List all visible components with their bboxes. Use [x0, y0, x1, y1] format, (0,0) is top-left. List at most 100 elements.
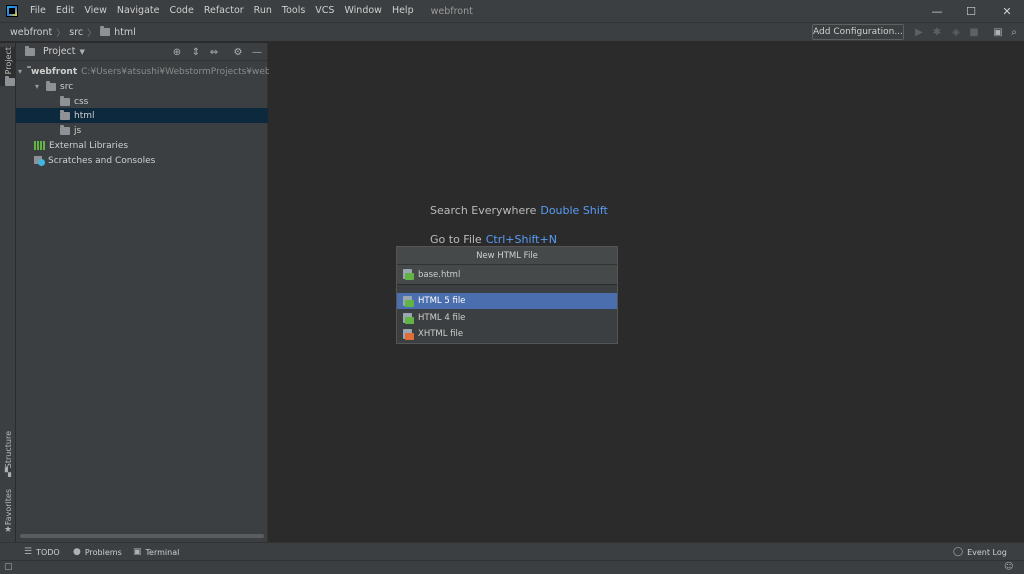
xhtml-file-icon — [403, 328, 414, 340]
inspector-icon[interactable]: ☺ — [1004, 562, 1013, 572]
tool-windows-icon[interactable]: ▢ — [4, 562, 13, 572]
tree-row-css[interactable]: css — [16, 94, 268, 109]
new-html-file-popup: New HTML File HTML 5 file HTML 4 file XH… — [396, 246, 618, 344]
popup-title: New HTML File — [397, 247, 617, 265]
hint-text: Search Everywhere — [430, 204, 537, 217]
event-log-icon: ◯ — [953, 547, 964, 557]
tool-tab-favorites[interactable]: Favorites ★ — [0, 489, 16, 535]
tree-row-external-libraries[interactable]: External Libraries — [16, 138, 268, 153]
project-panel: Project ▼ ⊕ ⇕ ⇔ ⚙ — ▾ webfront C:¥Users¥… — [16, 43, 292, 542]
tree-row-scratches[interactable]: Scratches and Consoles — [16, 153, 268, 168]
hint-shortcut: Double Shift — [540, 204, 608, 217]
tool-tab-label: Structure — [3, 431, 13, 469]
chevron-down-icon[interactable]: ▾ — [18, 67, 22, 76]
html-file-icon — [403, 269, 414, 280]
list-icon: ☰ — [24, 547, 33, 557]
collapse-all-icon[interactable]: ⇔ — [208, 46, 220, 58]
tool-tab-label: Problems — [84, 547, 122, 557]
option-label: XHTML file — [418, 329, 464, 339]
menu-file[interactable]: File — [25, 0, 51, 22]
chevron-down-icon[interactable]: ▾ — [32, 82, 42, 91]
bottom-tool-stripe: ☰ TODO ● Problems ▣ Terminal ◯ Event Log — [0, 542, 1024, 560]
option-html4-file[interactable]: HTML 4 file — [397, 310, 617, 326]
project-path: C:¥Users¥atsushi¥WebstormProjects¥webfro… — [81, 66, 293, 77]
tool-tab-problems[interactable]: ● Problems — [73, 543, 122, 561]
option-html5-file[interactable]: HTML 5 file — [397, 293, 617, 309]
star-icon: ★ — [3, 525, 13, 536]
scratches-icon — [34, 155, 45, 166]
add-configuration-button[interactable]: Add Configuration... — [812, 24, 904, 40]
expand-all-icon[interactable]: ⇕ — [190, 46, 202, 58]
tool-tab-label: Favorites — [3, 489, 13, 526]
locate-file-icon[interactable]: ⊕ — [171, 46, 183, 58]
chevron-right-icon: 〉 — [87, 28, 97, 39]
project-structure-icon[interactable]: ▣ — [992, 26, 1004, 38]
minimize-button[interactable]: — — [920, 0, 954, 22]
breadcrumb-webfront[interactable]: webfront — [10, 27, 52, 38]
maximize-button[interactable]: ☐ — [954, 0, 988, 22]
menu-help[interactable]: Help — [387, 0, 419, 22]
tool-tab-label: Terminal — [145, 547, 180, 557]
dropdown-arrow-icon[interactable]: ▼ — [80, 48, 85, 56]
coverage-icon[interactable]: ◈ — [950, 26, 962, 38]
tool-tab-event-log[interactable]: ◯ Event Log — [953, 543, 1007, 561]
option-xhtml-file[interactable]: XHTML file — [397, 326, 617, 342]
hide-panel-icon[interactable]: — — [251, 46, 263, 58]
tree-row-html[interactable]: html — [16, 108, 268, 123]
run-icon[interactable]: ▶ — [913, 26, 925, 38]
terminal-icon: ▣ — [133, 547, 142, 557]
search-icon[interactable]: ⌕ — [1008, 26, 1020, 38]
breadcrumb-label: html — [114, 26, 136, 38]
menu-vcs[interactable]: VCS — [310, 0, 339, 22]
menu-window[interactable]: Window — [339, 0, 386, 22]
tree-row-webfront[interactable]: ▾ webfront C:¥Users¥atsushi¥WebstormProj… — [16, 64, 292, 79]
tool-tab-label: Event Log — [967, 547, 1007, 557]
menu-tools[interactable]: Tools — [277, 0, 310, 22]
structure-icon: ▚ — [4, 468, 12, 478]
folder-icon — [60, 124, 70, 135]
editor-area: Search Everywhere Double Shift Go to File… — [269, 43, 1024, 542]
tree-label: Scratches and Consoles — [48, 155, 156, 166]
folder-icon — [25, 45, 35, 56]
tree-label: External Libraries — [49, 140, 129, 151]
option-label: HTML 4 file — [418, 313, 466, 323]
debug-icon[interactable]: ✱ — [931, 26, 943, 38]
tree-row-js[interactable]: js — [16, 123, 268, 138]
breadcrumb-label: src — [69, 26, 84, 38]
go-to-file-hint: Go to File Ctrl+Shift+N — [430, 233, 557, 246]
problems-icon: ● — [73, 547, 81, 557]
menu-refactor[interactable]: Refactor — [199, 0, 249, 22]
tool-tab-terminal[interactable]: ▣ Terminal — [133, 543, 179, 561]
tree-label: css — [74, 96, 89, 107]
project-view-selector[interactable]: Project — [43, 46, 76, 57]
folder-icon — [100, 26, 111, 36]
menu-edit[interactable]: Edit — [51, 0, 79, 22]
gear-icon[interactable]: ⚙ — [232, 46, 244, 58]
horizontal-scrollbar[interactable] — [20, 534, 264, 538]
tree-label: html — [74, 110, 95, 121]
tree-label: js — [74, 125, 82, 136]
menu-navigate[interactable]: Navigate — [112, 0, 165, 22]
html-file-icon — [403, 295, 414, 307]
html-file-icon — [403, 312, 414, 324]
search-everywhere-hint: Search Everywhere Double Shift — [430, 204, 608, 217]
folder-icon — [46, 80, 56, 91]
breadcrumb-src[interactable]: src — [69, 27, 83, 38]
filename-input[interactable] — [418, 269, 598, 280]
close-button[interactable]: ✕ — [990, 0, 1024, 22]
folder-icon — [60, 95, 70, 106]
option-label: HTML 5 file — [418, 296, 466, 306]
breadcrumb-html[interactable]: html — [100, 26, 136, 38]
tool-tab-label: Project — [3, 47, 13, 75]
filename-input-row — [397, 265, 617, 285]
menu-code[interactable]: Code — [164, 0, 198, 22]
menu-run[interactable]: Run — [249, 0, 277, 22]
title-bar: File Edit View Navigate Code Refactor Ru… — [0, 0, 1024, 22]
tool-tab-todo[interactable]: ☰ TODO — [24, 543, 60, 561]
stop-icon[interactable]: ■ — [968, 26, 980, 38]
menu-view[interactable]: View — [79, 0, 112, 22]
tool-tab-structure[interactable]: Structure ▚ — [0, 431, 16, 477]
tree-row-src[interactable]: ▾ src — [16, 79, 268, 94]
tool-tab-project[interactable]: Project — [0, 47, 16, 87]
hint-shortcut: Ctrl+Shift+N — [485, 233, 557, 246]
